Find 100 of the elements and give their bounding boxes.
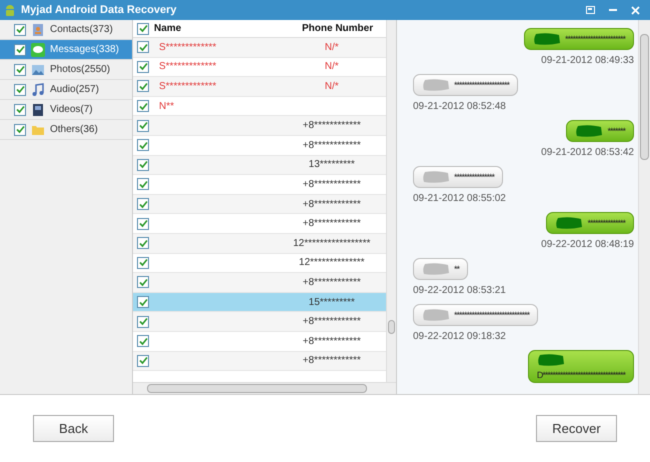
checkbox[interactable] xyxy=(14,84,26,96)
recover-button[interactable]: Recover xyxy=(536,415,617,442)
table-row[interactable]: +8************ xyxy=(133,175,386,195)
table-row[interactable]: S************* N/* xyxy=(133,58,386,78)
table-cell-text: 12************** xyxy=(298,256,365,270)
music-note-icon xyxy=(31,82,45,96)
table-cell-text: +8************ xyxy=(302,119,361,134)
picture-icon xyxy=(31,62,45,76)
table-cell-text: N/* xyxy=(324,40,339,55)
redaction-mark xyxy=(422,78,450,92)
table-cell-text: +8************ xyxy=(302,276,361,290)
redaction-mark xyxy=(532,32,561,46)
table-cell-text: 15********* xyxy=(308,296,355,310)
checkbox[interactable] xyxy=(137,296,149,308)
table-row[interactable]: 15********* xyxy=(133,292,386,312)
checkbox[interactable] xyxy=(14,44,26,56)
message-text: ****************************** xyxy=(454,310,530,320)
table-row[interactable]: 13********* xyxy=(133,156,386,176)
checkbox[interactable] xyxy=(137,22,149,34)
table-cell-text: 12***************** xyxy=(293,236,370,251)
message-time: 09-22-2012 08:48:19 xyxy=(541,238,634,252)
restore-icon[interactable] xyxy=(586,6,595,14)
table-cell-text: 13********* xyxy=(308,158,355,172)
checkbox[interactable] xyxy=(137,335,149,348)
table-row[interactable]: +8************ xyxy=(133,352,386,372)
checkbox[interactable] xyxy=(137,316,149,328)
category-item[interactable]: Others(36) xyxy=(0,120,132,140)
checkbox[interactable] xyxy=(137,60,149,73)
message-text: *************** xyxy=(587,218,625,228)
checkbox[interactable] xyxy=(137,41,149,54)
message-time: 09-22-2012 08:53:21 xyxy=(413,284,506,298)
checkbox[interactable] xyxy=(137,178,149,190)
table-row[interactable]: +8************ xyxy=(133,312,386,332)
chat-bubble-icon xyxy=(31,42,45,56)
message-text: ************************ xyxy=(564,34,625,44)
checkbox[interactable] xyxy=(14,24,26,36)
checkbox[interactable] xyxy=(137,120,149,132)
redaction-mark xyxy=(575,124,604,138)
checkbox[interactable] xyxy=(14,124,26,136)
table-row[interactable]: S************* N/* xyxy=(133,77,386,97)
redaction-mark xyxy=(536,353,565,367)
table-cell-text: N/* xyxy=(324,80,339,94)
message-text: ********************** xyxy=(454,80,510,90)
checkbox[interactable] xyxy=(137,139,149,152)
table-row[interactable]: +8************ xyxy=(133,116,386,136)
table-row[interactable]: S************* N/* xyxy=(133,38,386,58)
film-icon xyxy=(31,102,45,116)
category-item[interactable]: Audio(257) xyxy=(0,80,132,100)
checkbox[interactable] xyxy=(137,218,149,230)
android-icon xyxy=(4,4,16,16)
vertical-scrollbar[interactable] xyxy=(386,20,396,382)
message-time: 09-21-2012 08:55:02 xyxy=(413,192,506,206)
table-cell-text: +8************ xyxy=(302,178,361,192)
checkbox[interactable] xyxy=(137,354,149,367)
message-time: 09-22-2012 09:18:32 xyxy=(413,330,506,344)
redaction-mark xyxy=(422,308,450,322)
close-icon[interactable] xyxy=(631,6,640,14)
table-cell: S************* xyxy=(159,80,216,92)
table-row[interactable]: 12************** xyxy=(133,254,386,274)
table-cell: N** xyxy=(159,100,174,112)
table-row[interactable]: +8************ xyxy=(133,194,386,214)
horizontal-scrollbar[interactable] xyxy=(133,382,396,394)
table-cell-text: +8************ xyxy=(302,354,361,368)
checkbox[interactable] xyxy=(137,198,149,210)
table-row[interactable]: +8************ xyxy=(133,273,386,293)
message-time: 09-21-2012 08:53:42 xyxy=(541,146,634,160)
vertical-scrollbar[interactable] xyxy=(638,20,650,394)
checkbox[interactable] xyxy=(14,64,26,76)
message-text: ** xyxy=(454,264,460,274)
category-item[interactable]: Videos(7) xyxy=(0,100,132,120)
message-text: ******* xyxy=(607,126,625,136)
table-cell-text: N/* xyxy=(324,60,339,74)
checkbox[interactable] xyxy=(137,237,149,250)
checkbox[interactable] xyxy=(14,104,26,116)
back-button[interactable]: Back xyxy=(33,415,114,442)
redaction-mark xyxy=(555,216,584,230)
category-item[interactable]: Photos(2550) xyxy=(0,60,132,80)
message-time: 09-21-2012 08:52:48 xyxy=(413,100,506,114)
column-header[interactable]: Name xyxy=(154,21,244,36)
message-text: **************** xyxy=(454,172,494,182)
table-cell: S************* xyxy=(159,61,216,72)
table-cell-text: +8************ xyxy=(302,315,361,330)
table-cell: S************* xyxy=(159,42,216,53)
checkbox[interactable] xyxy=(137,100,149,112)
message-time: 09-21-2012 08:49:33 xyxy=(541,54,634,68)
table-row[interactable]: 12***************** xyxy=(133,234,386,254)
column-header[interactable]: Phone Number xyxy=(302,21,374,36)
table-cell-text: +8************ xyxy=(302,198,361,212)
checkbox[interactable] xyxy=(137,256,149,269)
table-cell-text: +8************ xyxy=(302,334,361,349)
checkbox[interactable] xyxy=(137,80,149,92)
table-cell-text: +8************ xyxy=(302,138,361,153)
checkbox[interactable] xyxy=(137,158,149,171)
redaction-mark xyxy=(422,262,450,276)
window-title: Myjad Android Data Recovery xyxy=(21,2,176,18)
address-book-icon xyxy=(31,22,45,36)
message-text: D********************************* xyxy=(536,371,625,380)
table-cell-text: +8************ xyxy=(302,217,361,232)
checkbox[interactable] xyxy=(137,276,149,288)
redaction-mark xyxy=(422,170,450,184)
